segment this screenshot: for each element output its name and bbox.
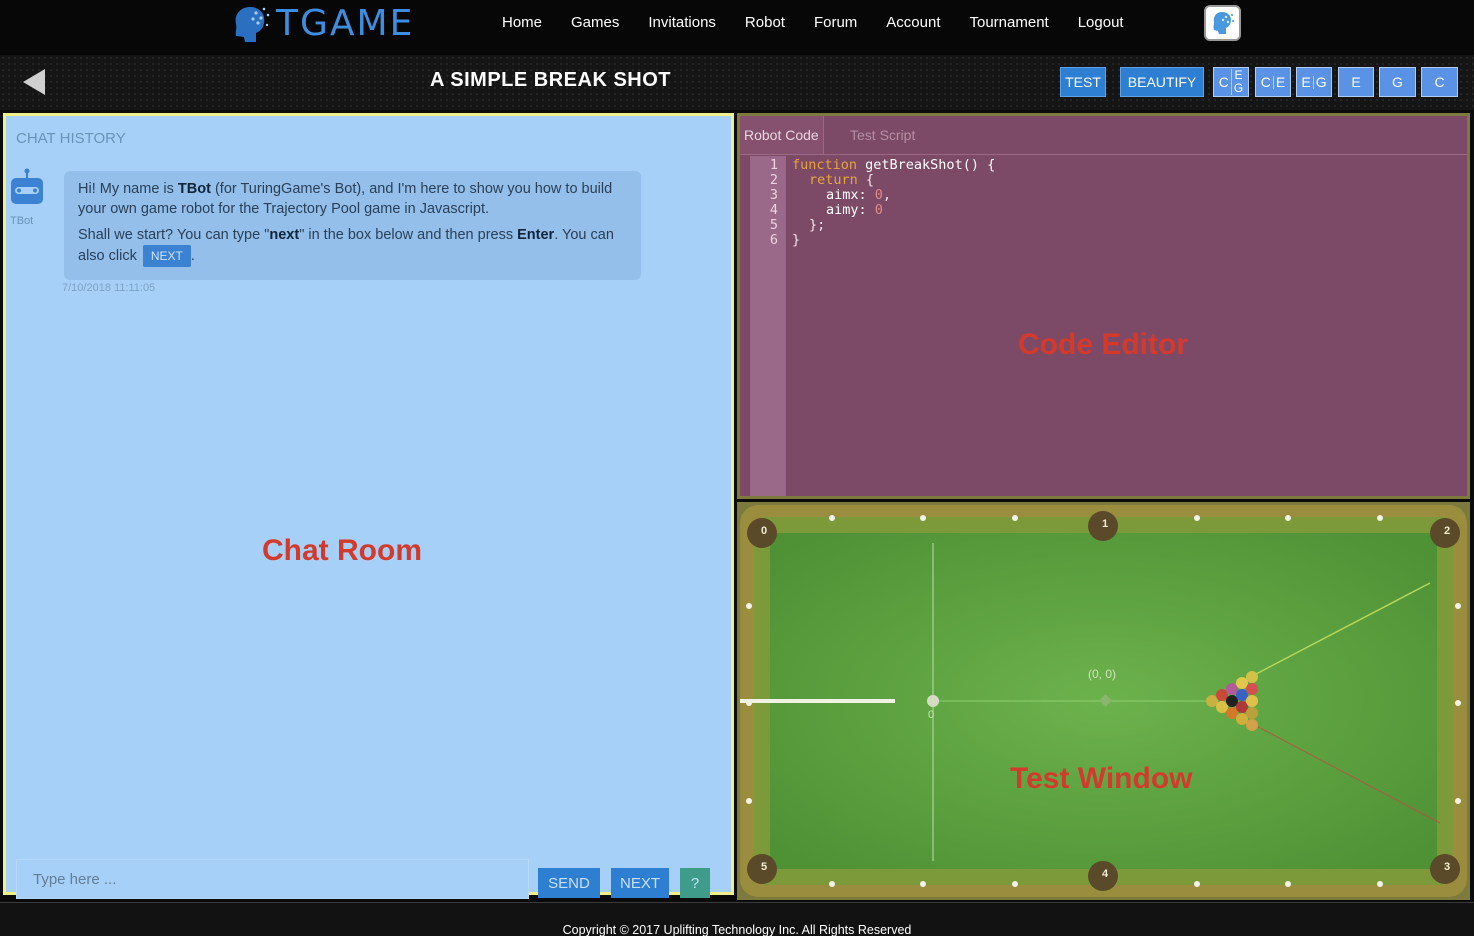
avatar-head-icon xyxy=(1206,7,1239,39)
send-button[interactable]: SEND xyxy=(538,868,600,898)
nav-robot[interactable]: Robot xyxy=(745,12,785,33)
pocket-label: 4 xyxy=(1101,868,1109,880)
code-number: 0 xyxy=(866,202,883,218)
pill-label: E xyxy=(1272,75,1285,89)
footer: Copyright © 2017 Uplifting Technology In… xyxy=(0,902,1474,936)
app-root: TGAME Home Games Invitations Robot Forum… xyxy=(0,0,1474,936)
code-text: , xyxy=(882,187,892,203)
message-bold: next xyxy=(269,227,300,243)
bot-name: TBot xyxy=(10,215,34,227)
line-number: 4 xyxy=(769,202,778,218)
message-text: " in the box below and then press xyxy=(299,227,518,243)
pill-label: C xyxy=(1218,74,1229,90)
code-keyword: return xyxy=(809,172,858,188)
test-window-panel: 0 1 2 3 4 5 (0, 0) 0 Test Window xyxy=(737,502,1470,900)
logo-head-icon xyxy=(228,3,272,43)
pocket-label: 5 xyxy=(760,861,768,873)
code-editor-panel: Robot Code Test Script 1 function getBrea… xyxy=(737,113,1470,499)
pill-label: G xyxy=(1312,75,1327,89)
cue-ball-label: 0 xyxy=(928,709,935,721)
code-text: getBreakShot() { xyxy=(857,157,996,173)
user-avatar[interactable] xyxy=(1204,5,1241,41)
line-number: 2 xyxy=(769,172,778,188)
message-bold: TBot xyxy=(177,181,211,197)
code-keyword: function xyxy=(792,157,858,173)
theme-pill-g[interactable]: G xyxy=(1379,67,1416,97)
theme-pill-2[interactable]: C E xyxy=(1255,67,1291,97)
pill-label: C xyxy=(1260,74,1271,90)
code-line: 6} xyxy=(750,233,995,248)
page-title: A SIMPLE BREAK SHOT xyxy=(430,69,671,91)
test-window-overlay-label: Test Window xyxy=(1010,762,1193,795)
pill-label: E xyxy=(1301,74,1311,90)
code-line: 3 aimx: 0, xyxy=(750,188,995,203)
code-line: 4 aimy: 0 xyxy=(750,203,995,218)
chat-room-overlay-label: Chat Room xyxy=(262,534,422,567)
message-bold: Enter xyxy=(517,227,555,243)
theme-pill-1[interactable]: C E G xyxy=(1213,67,1249,97)
nav-home[interactable]: Home xyxy=(502,12,542,33)
theme-pill-3[interactable]: E G xyxy=(1296,67,1332,97)
code-area[interactable]: 1 function getBreakShot() { 2 return { 3 ai… xyxy=(750,158,995,248)
copyright-text: Copyright © 2017 Uplifting Technology In… xyxy=(562,923,912,936)
logo[interactable]: TGAME xyxy=(228,0,414,46)
code-key: aimx: xyxy=(826,187,867,203)
tab-divider xyxy=(740,154,1467,155)
origin-coordinate-label: (0, 0) xyxy=(1088,667,1117,681)
code-line: 2 return { xyxy=(750,173,995,188)
chat-message-bubble: Hi! My name is TBot (for TuringGame's Bo… xyxy=(64,171,641,280)
nav-account[interactable]: Account xyxy=(886,12,940,33)
theme-pill-c[interactable]: C xyxy=(1421,67,1458,97)
robot-icon xyxy=(8,168,46,210)
inline-next-button[interactable]: NEXT xyxy=(142,245,191,267)
chat-panel: CHAT HISTORY TBot Hi! My name is TBot (f… xyxy=(3,113,734,899)
nav-invitations[interactable]: Invitations xyxy=(648,12,716,33)
help-button[interactable]: ? xyxy=(680,868,710,898)
tab-test-script[interactable]: Test Script xyxy=(846,116,919,154)
beautify-button[interactable]: BEAUTIFY xyxy=(1120,67,1204,97)
line-number: 5 xyxy=(769,217,778,233)
pocket-label: 0 xyxy=(760,525,768,537)
code-text: }; xyxy=(809,217,826,233)
nav-tournament[interactable]: Tournament xyxy=(970,12,1049,33)
message-text: Hi! My name is xyxy=(78,181,178,197)
cue-ball[interactable] xyxy=(927,695,939,707)
code-text: { xyxy=(857,172,875,188)
logo-text: TGAME xyxy=(276,2,415,44)
message-text: . xyxy=(190,248,195,264)
line-number: 3 xyxy=(769,187,778,203)
pocket-label: 2 xyxy=(1443,525,1451,537)
message-paragraph: Shall we start? You can type "next" in t… xyxy=(78,225,627,267)
code-text: } xyxy=(792,232,801,248)
code-number: 0 xyxy=(866,187,883,203)
pool-table[interactable] xyxy=(740,505,1467,897)
chat-input[interactable]: Type here ... xyxy=(16,859,529,899)
nav-links: Home Games Invitations Robot Forum Accou… xyxy=(502,12,1153,33)
tab-robot-code[interactable]: Robot Code xyxy=(740,116,824,154)
back-arrow-icon[interactable] xyxy=(20,67,50,97)
top-navbar: TGAME Home Games Invitations Robot Forum… xyxy=(0,0,1474,55)
title-bar: A SIMPLE BREAK SHOT TEST BEAUTIFY C E G … xyxy=(0,55,1474,110)
message-timestamp: 7/10/2018 11:11:05 xyxy=(62,282,156,294)
code-line: 1 function getBreakShot() { xyxy=(750,158,995,173)
nav-logout[interactable]: Logout xyxy=(1078,12,1124,33)
pill-label: G xyxy=(1233,81,1244,95)
message-paragraph: Hi! My name is TBot (for TuringGame's Bo… xyxy=(78,179,627,219)
nav-games[interactable]: Games xyxy=(571,12,619,33)
code-line: 5}; xyxy=(750,218,995,233)
pill-stack: E G xyxy=(1230,69,1244,95)
code-key: aimy: xyxy=(826,202,867,218)
theme-pill-e[interactable]: E xyxy=(1338,67,1374,97)
line-number: 1 xyxy=(769,157,778,173)
next-button[interactable]: NEXT xyxy=(611,868,669,898)
message-text: Shall we start? You can type " xyxy=(78,227,270,243)
pocket-label: 3 xyxy=(1443,861,1451,873)
nav-forum[interactable]: Forum xyxy=(814,12,857,33)
test-button[interactable]: TEST xyxy=(1060,67,1106,97)
chat-history-label: CHAT HISTORY xyxy=(16,130,126,147)
line-number: 6 xyxy=(769,232,778,248)
pocket-label: 1 xyxy=(1101,518,1109,530)
code-editor-overlay-label: Code Editor xyxy=(1018,328,1188,361)
